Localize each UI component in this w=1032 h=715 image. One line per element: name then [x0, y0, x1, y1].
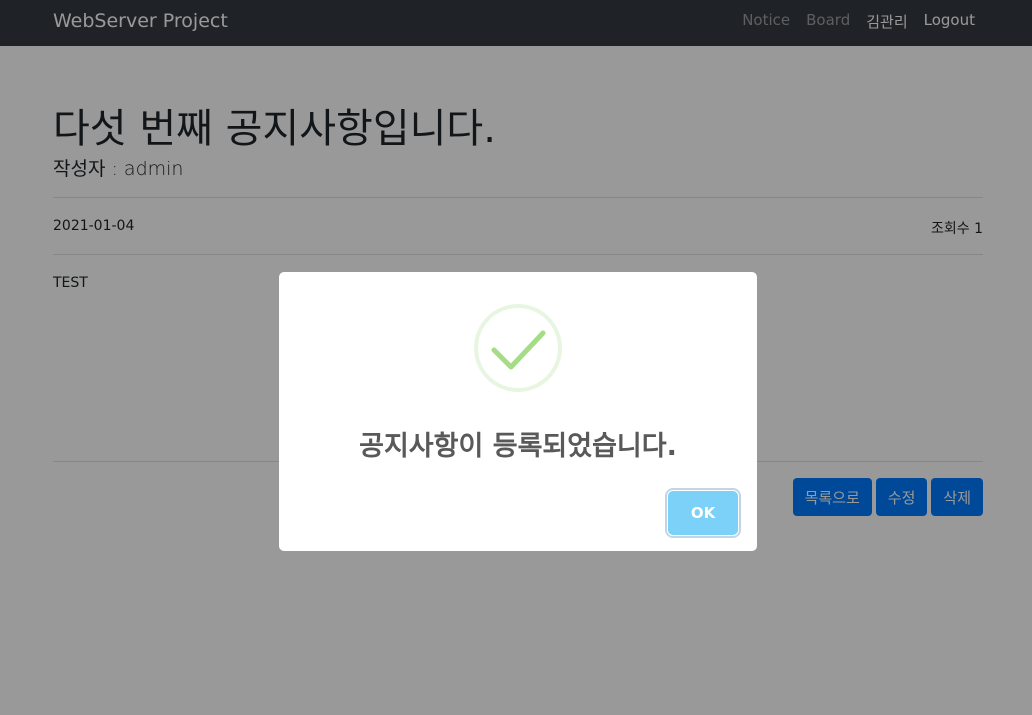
ok-button[interactable]: OK: [668, 491, 738, 535]
check-icon: [474, 304, 562, 392]
alert-modal: 공지사항이 등록되었습니다. OK: [279, 272, 757, 551]
modal-message: 공지사항이 등록되었습니다.: [359, 431, 677, 462]
